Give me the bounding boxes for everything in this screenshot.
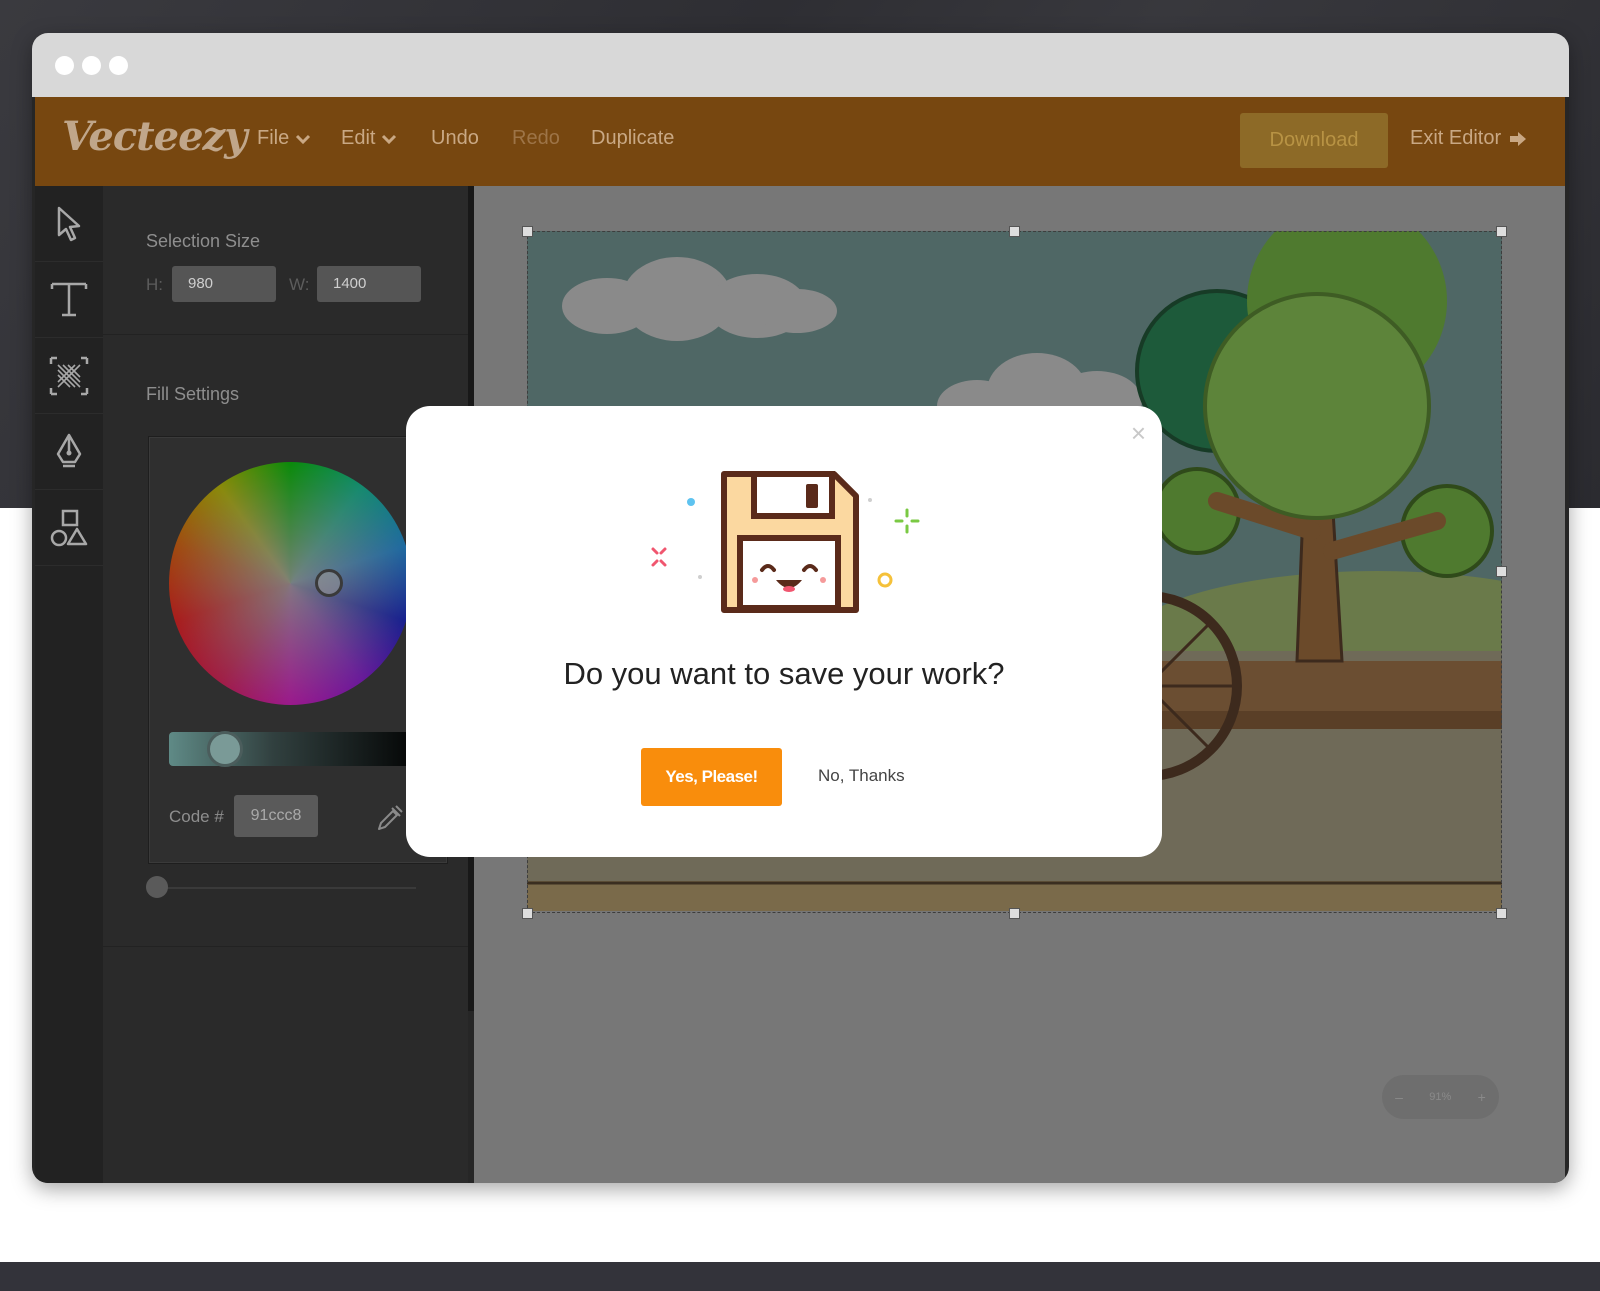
chevron-down-icon	[296, 134, 311, 144]
resize-handle[interactable]	[1496, 566, 1507, 577]
color-code-field[interactable]: 91ccc8	[234, 795, 318, 837]
no-thanks-link[interactable]: No, Thanks	[818, 766, 905, 786]
editor-topbar: Vecteezy File Edit Undo Redo Duplicate D…	[35, 97, 1565, 186]
eyedropper-icon[interactable]	[375, 803, 405, 833]
close-icon[interactable]: ×	[1131, 420, 1146, 446]
exit-editor-link[interactable]: Exit Editor	[1410, 127, 1527, 150]
resize-handle[interactable]	[1009, 908, 1020, 919]
save-dialog: × Do you want to save your work? Yes, Pl…	[406, 406, 1162, 857]
resize-handle[interactable]	[522, 908, 533, 919]
menu-edit[interactable]: Edit	[341, 127, 397, 150]
resize-handle[interactable]	[1496, 908, 1507, 919]
chevron-down-icon	[382, 134, 397, 144]
tool-shapes[interactable]	[35, 490, 103, 566]
resize-handle[interactable]	[522, 226, 533, 237]
exit-editor-label: Exit Editor	[1410, 127, 1502, 149]
width-field[interactable]: 1400	[317, 266, 421, 302]
color-code-label: Code #	[169, 807, 224, 826]
select-arrow-icon	[57, 206, 81, 241]
menu-file-label: File	[257, 127, 290, 149]
dialog-title: Do you want to save your work?	[563, 656, 1005, 691]
opacity-knob[interactable]	[146, 876, 168, 898]
text-tool-icon	[50, 282, 88, 316]
color-picker: × Code # 91ccc8	[148, 436, 448, 864]
page-background-bottom	[0, 1262, 1600, 1291]
menu-edit-label: Edit	[341, 127, 376, 149]
menu-redo[interactable]: Redo	[512, 127, 560, 150]
tool-sidebar	[35, 186, 103, 1183]
window-dot-minimize[interactable]	[82, 56, 101, 75]
browser-titlebar	[32, 33, 1569, 97]
browser-window: Vecteezy File Edit Undo Redo Duplicate D…	[32, 33, 1569, 1183]
window-dot-maximize[interactable]	[109, 56, 128, 75]
zoom-value: 91%	[1429, 1091, 1452, 1103]
window-dot-close[interactable]	[55, 56, 74, 75]
fill-settings-title: Fill Settings	[146, 384, 240, 404]
panel-divider-line	[103, 334, 468, 335]
color-wheel[interactable]	[169, 462, 412, 705]
menu-undo[interactable]: Undo	[431, 127, 479, 150]
tool-pen[interactable]	[35, 414, 103, 490]
menu-file[interactable]: File	[257, 127, 311, 150]
floppy-disk-icon	[651, 471, 920, 613]
panel-divider-line	[103, 946, 468, 947]
selection-size-title: Selection Size	[146, 231, 261, 251]
brightness-slider[interactable]	[169, 731, 429, 767]
tool-text[interactable]	[35, 262, 103, 338]
zoom-control: – 91% +	[1382, 1075, 1499, 1119]
color-wheel-knob[interactable]	[315, 569, 343, 597]
resize-handle[interactable]	[1009, 226, 1020, 237]
arrow-right-icon	[1510, 131, 1527, 146]
yes-save-button[interactable]: Yes, Please!	[641, 748, 782, 806]
download-button[interactable]: Download	[1240, 113, 1388, 168]
shapes-tool-icon	[50, 509, 88, 546]
resize-handle[interactable]	[1496, 226, 1507, 237]
height-field[interactable]: 980	[172, 266, 276, 302]
tool-pattern[interactable]	[35, 338, 103, 414]
pen-tool-icon	[56, 433, 82, 467]
zoom-in-button[interactable]: +	[1478, 1089, 1486, 1105]
tool-select[interactable]	[35, 186, 103, 262]
opacity-track[interactable]	[156, 887, 416, 889]
menu-duplicate[interactable]: Duplicate	[591, 127, 674, 150]
vecteezy-logo[interactable]: Vecteezy	[62, 113, 247, 160]
width-label: W:	[289, 275, 310, 294]
pattern-tool-icon	[49, 356, 89, 395]
zoom-out-button[interactable]: –	[1395, 1089, 1403, 1105]
brightness-slider-knob[interactable]	[207, 731, 243, 767]
height-label: H:	[146, 275, 163, 294]
